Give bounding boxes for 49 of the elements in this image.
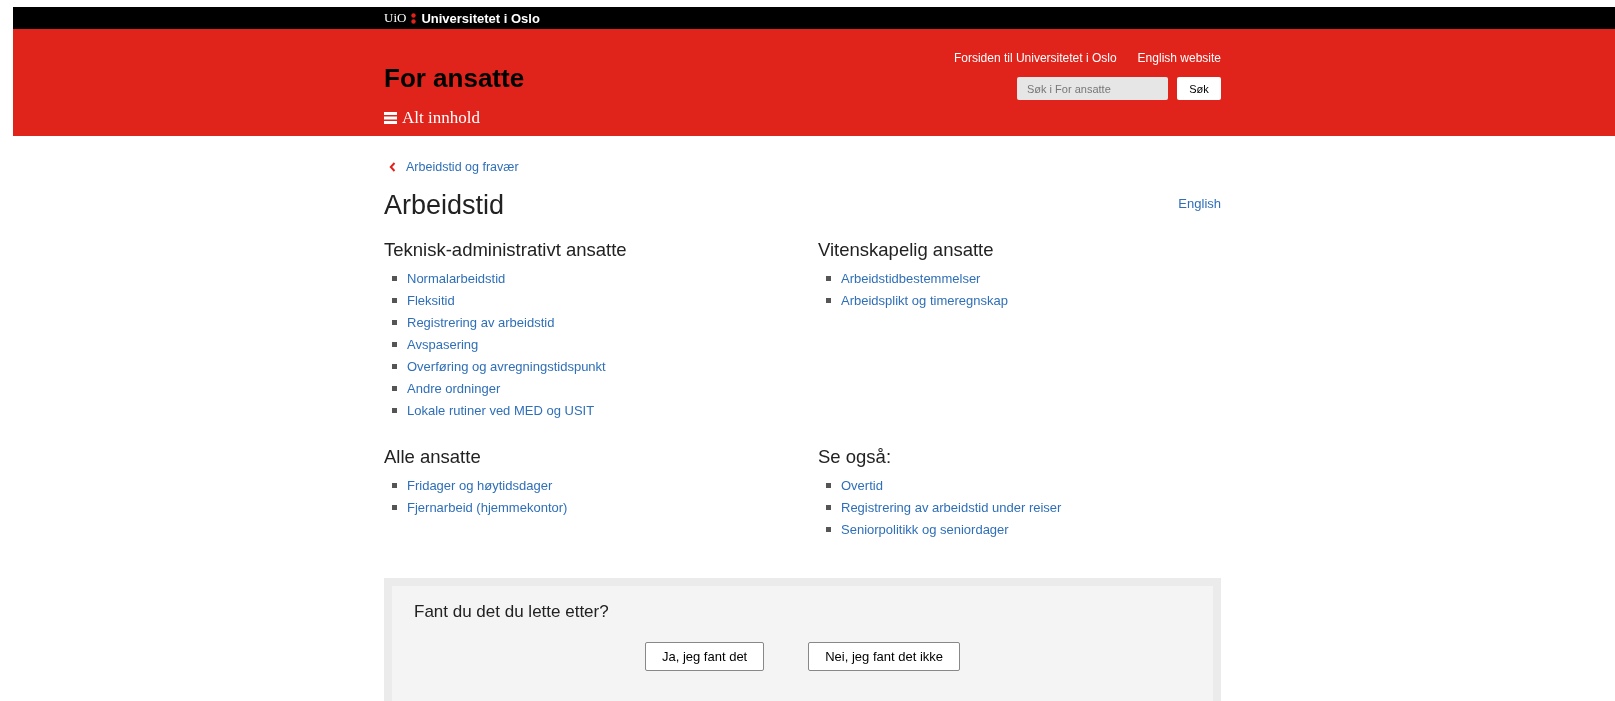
list-link[interactable]: Andre ordninger [407,380,501,396]
bullet-icon [826,526,831,532]
bullet-icon [392,504,397,510]
breadcrumb-link[interactable]: Arbeidstid og fravær [406,160,519,174]
bullet-icon [826,297,831,303]
back-chevron-icon [389,162,396,172]
feedback-question: Fant du det du lette etter? [414,602,610,622]
search-button[interactable]: Søk [1177,77,1221,100]
header-link[interactable]: Forsiden til Universitetet i Oslo [953,51,1117,65]
logo-abbreviation[interactable]: UiO [384,10,407,26]
list-link[interactable]: Fjernarbeid (hjemmekontor) [407,499,568,515]
bullet-icon [392,407,397,413]
section-heading: Alle ansatte [384,446,482,468]
bullet-icon [392,385,397,391]
logo-dots-icon [411,12,417,24]
section-heading: Se også: [818,446,893,468]
list-link[interactable]: Avspasering [407,336,479,352]
bullet-icon [826,482,831,488]
list-link[interactable]: Fleksitid [407,292,455,308]
menu-icon [384,112,397,124]
bullet-icon [392,341,397,347]
list-link[interactable]: Normalarbeidstid [407,270,506,286]
bullet-icon [392,275,397,281]
list-link[interactable]: Overtid [841,477,883,493]
list-link[interactable]: Overføring og avregningstidspunkt [407,358,606,374]
bullet-icon [392,363,397,369]
list-link[interactable]: Registrering av arbeidstid under reiser [841,499,1062,515]
list-link[interactable]: Seniorpolitikk og seniordager [841,521,1009,537]
page-title: Arbeidstid [384,190,505,221]
language-link[interactable]: English [1178,196,1221,211]
list-link[interactable]: Fridager og høytidsdager [407,477,553,493]
bullet-icon [826,504,831,510]
section-heading: Vitenskapelig ansatte [818,239,995,261]
menu-button[interactable]: Alt innhold [384,108,525,128]
feedback-button[interactable]: Ja, jeg fant det [644,642,765,671]
list-link[interactable]: Arbeidstidbestemmelser [841,270,981,286]
bullet-icon [392,297,397,303]
site-title[interactable]: For ansatte [384,63,525,94]
bullet-icon [826,275,831,281]
header-link[interactable]: English website [1137,51,1221,65]
list-link[interactable]: Lokale rutiner ved MED og USIT [407,402,595,418]
logo-name[interactable]: Universitetet i Oslo [421,10,540,26]
list-link[interactable]: Arbeidsplikt og timeregnskap [841,292,1008,308]
section-heading: Teknisk-administrativt ansatte [384,239,628,261]
bullet-icon [392,482,397,488]
feedback-button[interactable]: Nei, jeg fant det ikke [808,642,961,671]
bullet-icon [392,319,397,325]
search-field[interactable]: Søk i For ansatte [1017,77,1168,100]
list-link[interactable]: Registrering av arbeidstid [407,314,555,330]
